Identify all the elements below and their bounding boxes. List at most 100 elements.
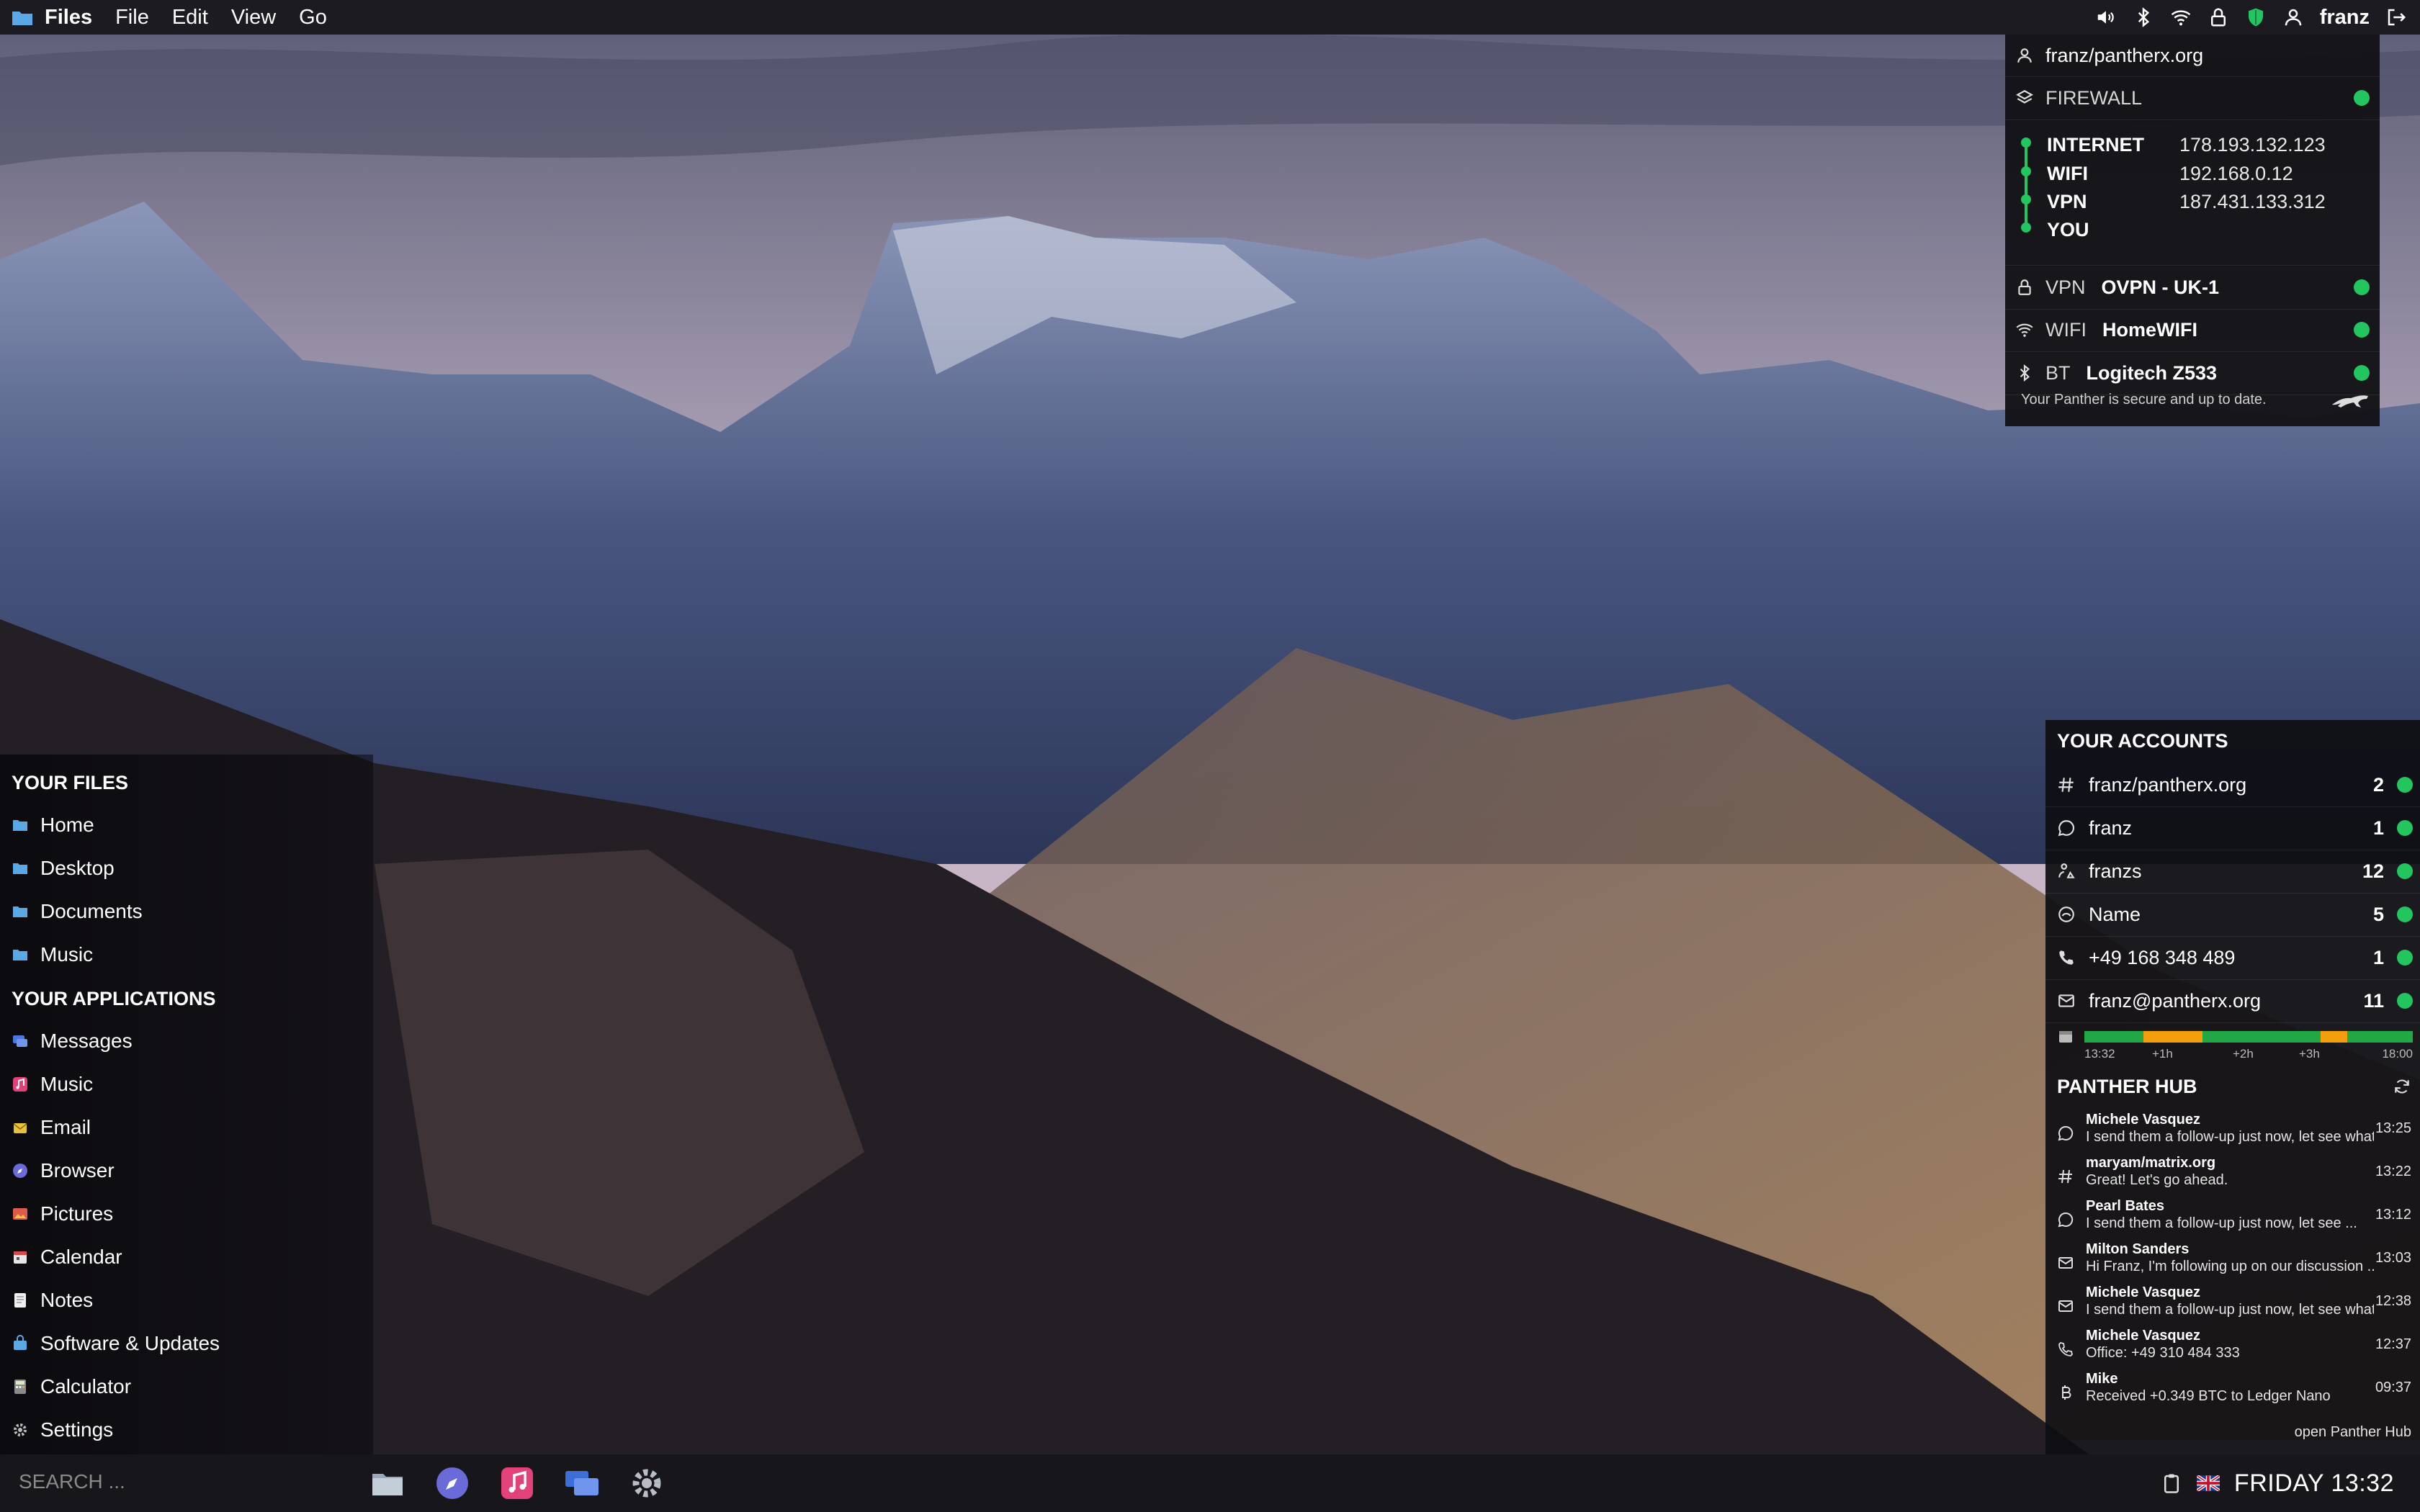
- sidebar-item-pictures[interactable]: Pictures: [12, 1202, 113, 1225]
- sidebar-item-label: Email: [40, 1116, 91, 1138]
- message-sender: Michele Vasquez: [2086, 1284, 2200, 1300]
- message-time: 09:37: [2375, 1380, 2411, 1395]
- wifi-icon: [2015, 320, 2034, 339]
- folder-icon[interactable]: [12, 9, 33, 26]
- timeline-segment-busy: [2143, 1031, 2203, 1043]
- dock-browser[interactable]: [432, 1463, 472, 1503]
- wifi-icon[interactable]: [2170, 6, 2192, 28]
- lock-icon[interactable]: [2208, 6, 2229, 28]
- menu-edit[interactable]: Edit: [172, 6, 208, 30]
- bitcoin-icon: [2057, 1384, 2074, 1401]
- panther-icon: [2332, 395, 2368, 408]
- mail-icon: [2057, 1254, 2074, 1272]
- hub-message[interactable]: Michele Vasquez Office: +49 310 484 333 …: [2045, 1326, 2420, 1369]
- dock-settings[interactable]: [627, 1463, 667, 1503]
- chain-node: [2021, 222, 2031, 233]
- account-status-dot: [2397, 777, 2413, 793]
- message-sender: maryam/matrix.org: [2086, 1155, 2216, 1171]
- logout-icon[interactable]: [2385, 6, 2407, 28]
- whatsapp-icon: [2057, 819, 2076, 837]
- message-time: 13:03: [2375, 1250, 2411, 1266]
- bluetooth-icon[interactable]: [2133, 6, 2154, 28]
- status-area: franz: [2095, 0, 2407, 35]
- np-vpn-row[interactable]: VPN OVPN - UK-1: [2005, 265, 2380, 310]
- email-icon: [12, 1119, 29, 1136]
- hub-message[interactable]: Mike Received +0.349 BTC to Ledger Nano …: [2045, 1369, 2420, 1413]
- chain-node: [2021, 166, 2031, 176]
- sidebar-item-label: Browser: [40, 1159, 115, 1182]
- menu-go[interactable]: Go: [299, 6, 327, 30]
- search-input[interactable]: SEARCH ...: [19, 1470, 125, 1493]
- sidebar-item-software-updates[interactable]: Software & Updates: [12, 1332, 220, 1355]
- sidebar-item-documents[interactable]: Documents: [12, 900, 143, 923]
- sidebar-item-desktop[interactable]: Desktop: [12, 857, 115, 880]
- folder-icon: [12, 903, 29, 920]
- account-row-telegram[interactable]: franzs 12: [2045, 850, 2420, 894]
- message-sender: Milton Sanders: [2086, 1241, 2190, 1257]
- calendar-timeline[interactable]: 13:32 +1h +2h +3h 18:00: [2045, 1024, 2420, 1067]
- timeline-segment-free: [2347, 1031, 2413, 1043]
- chain-node: [2021, 138, 2031, 148]
- account-count: 2: [2372, 773, 2384, 796]
- sidebar-item-calculator[interactable]: Calculator: [12, 1375, 131, 1398]
- sidebar-item-label: Settings: [40, 1418, 114, 1441]
- dock-messages[interactable]: [562, 1463, 602, 1503]
- np-account-row[interactable]: franz/pantherx.org: [2005, 35, 2380, 77]
- vpn-status-dot: [2354, 279, 2370, 295]
- sidebar-item-browser[interactable]: Browser: [12, 1159, 115, 1182]
- sidebar-item-email[interactable]: Email: [12, 1116, 91, 1139]
- dock-files[interactable]: [367, 1463, 408, 1503]
- np-firewall-row[interactable]: FIREWALL: [2005, 76, 2380, 120]
- account-name: +49 168 348 489: [2089, 946, 2236, 968]
- timeline-tick: +3h: [2299, 1047, 2320, 1061]
- account-row-signal[interactable]: Name 5: [2045, 893, 2420, 937]
- mail-icon: [2057, 991, 2076, 1010]
- account-row-matrix[interactable]: franz/pantherx.org 2: [2045, 763, 2420, 807]
- hub-message[interactable]: Milton Sanders Hi Franz, I'm following u…: [2045, 1240, 2420, 1283]
- np-bt-kind: BT: [2045, 361, 2071, 384]
- launcher-sidebar: YOUR FILES Home Desktop Documents Music …: [0, 755, 373, 1454]
- hub-message[interactable]: maryam/matrix.org Great! Let's go ahead.…: [2045, 1153, 2420, 1197]
- message-preview: Great! Let's go ahead.: [2086, 1172, 2228, 1188]
- user-icon[interactable]: [2282, 6, 2304, 28]
- clock[interactable]: FRIDAY 13:32: [2234, 1470, 2394, 1498]
- dock-music[interactable]: [497, 1463, 537, 1503]
- account-row-whatsapp[interactable]: franz 1: [2045, 806, 2420, 850]
- account-name: Name: [2089, 903, 2141, 925]
- sidebar-item-calendar[interactable]: Calendar: [12, 1246, 122, 1269]
- bluetooth-icon: [2015, 364, 2034, 382]
- message-sender: Michele Vasquez: [2086, 1112, 2200, 1128]
- chain-line: [2025, 143, 2027, 229]
- hub-message[interactable]: Michele Vasquez I send them a follow-up …: [2045, 1283, 2420, 1326]
- user-icon: [2015, 46, 2034, 65]
- app-name[interactable]: Files: [45, 6, 92, 30]
- account-status-dot: [2397, 863, 2413, 879]
- user-name[interactable]: franz: [2320, 6, 2370, 30]
- timeline-tick: 18:00: [2382, 1047, 2413, 1061]
- open-hub-link[interactable]: open Panther Hub: [2295, 1424, 2411, 1441]
- sidebar-item-home[interactable]: Home: [12, 814, 94, 837]
- sidebar-item-label: Pictures: [40, 1202, 114, 1225]
- account-row-mail[interactable]: franz@pantherx.org 11: [2045, 979, 2420, 1023]
- shield-icon[interactable]: [2245, 6, 2267, 28]
- menu-file[interactable]: File: [115, 6, 149, 30]
- uk-flag-icon[interactable]: [2196, 1475, 2220, 1491]
- np-bt-row[interactable]: BT Logitech Z533: [2005, 351, 2380, 395]
- sidebar-item-music-folder[interactable]: Music: [12, 943, 93, 966]
- sidebar-item-settings[interactable]: Settings: [12, 1418, 113, 1441]
- np-wifi-row[interactable]: WIFI HomeWIFI: [2005, 308, 2380, 352]
- timeline-segment-free: [2202, 1031, 2321, 1043]
- refresh-icon[interactable]: [2393, 1077, 2411, 1096]
- layers-icon: [2015, 89, 2034, 107]
- sidebar-item-music[interactable]: Music: [12, 1073, 93, 1096]
- clipboard-icon[interactable]: [2161, 1472, 2182, 1494]
- message-preview: Office: +49 310 484 333: [2086, 1345, 2240, 1361]
- hub-message[interactable]: Michele Vasquez I send them a follow-up …: [2045, 1110, 2420, 1153]
- menu-view[interactable]: View: [231, 6, 276, 30]
- account-row-phone[interactable]: +49 168 348 489 1: [2045, 936, 2420, 980]
- hub-message[interactable]: Pearl Bates I send them a follow-up just…: [2045, 1197, 2420, 1240]
- sidebar-item-messages[interactable]: Messages: [12, 1030, 133, 1053]
- volume-icon[interactable]: [2095, 6, 2117, 28]
- sidebar-item-notes[interactable]: Notes: [12, 1289, 93, 1312]
- matrix-icon: [2057, 775, 2076, 794]
